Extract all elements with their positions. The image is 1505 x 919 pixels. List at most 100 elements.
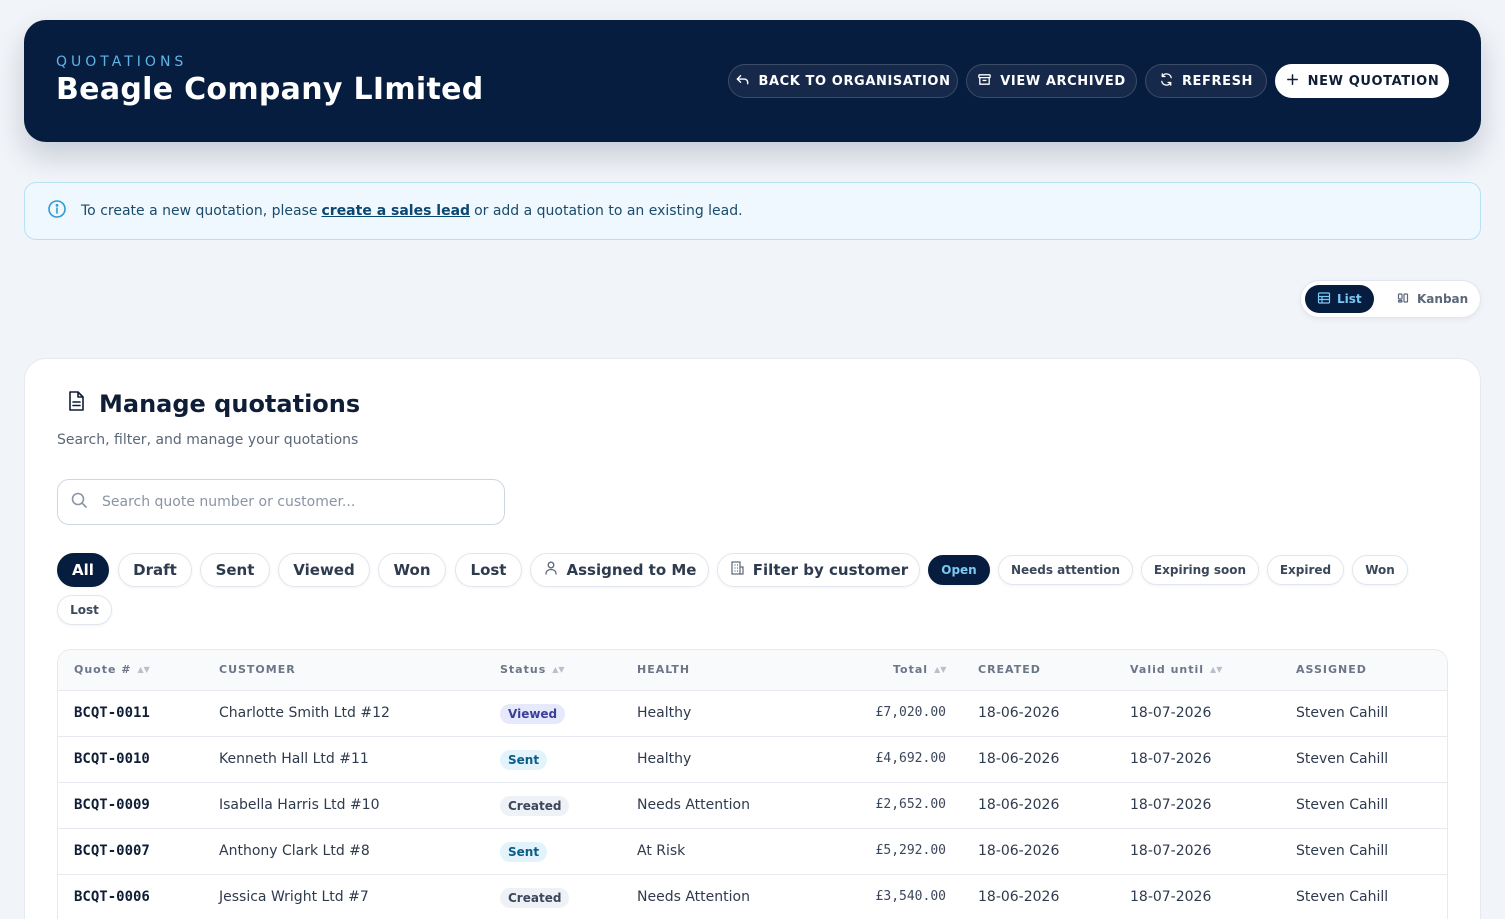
page-eyebrow: QUOTATIONS xyxy=(56,54,188,70)
sort-icon: ▲▼ xyxy=(1210,665,1223,674)
column-health: HEALTH xyxy=(637,663,691,676)
created-date: 18-06-2026 xyxy=(978,889,1060,905)
valid-until-date: 18-07-2026 xyxy=(1130,751,1212,767)
plus-icon xyxy=(1285,72,1300,91)
table-row[interactable]: BCQT-0006 Jessica Wright Ltd #7 Created … xyxy=(58,875,1447,919)
customer-name: Anthony Clark Ltd #8 xyxy=(219,843,370,859)
column-total-label: Total xyxy=(893,663,929,676)
refresh-label: REFRESH xyxy=(1181,73,1254,89)
back-to-organisation-button[interactable]: BACK TO ORGANISATION xyxy=(728,64,958,98)
new-quotation-button[interactable]: NEW QUOTATION xyxy=(1275,64,1449,98)
quote-number[interactable]: BCQT-0007 xyxy=(74,843,150,859)
created-date: 18-06-2026 xyxy=(978,797,1060,813)
filter-lost[interactable]: Lost xyxy=(455,553,522,587)
sort-icon: ▲▼ xyxy=(137,665,150,674)
search-box xyxy=(57,479,505,525)
archive-icon xyxy=(977,72,992,91)
card-title: Manage quotations xyxy=(65,390,360,418)
sort-icon: ▲▼ xyxy=(552,665,565,674)
status-badge: Created xyxy=(500,888,570,908)
column-assigned: ASSIGNED xyxy=(1296,663,1367,676)
document-icon xyxy=(65,390,87,418)
filter-by-customer-button[interactable]: Filter by customer xyxy=(717,553,920,587)
quotations-table: Quote # ▲▼ CUSTOMER Status ▲▼ HEALTH Total… xyxy=(57,649,1448,919)
quote-number[interactable]: BCQT-0011 xyxy=(74,705,150,721)
column-customer: CUSTOMER xyxy=(219,663,296,676)
created-date: 18-06-2026 xyxy=(978,705,1060,721)
column-created: CREATED xyxy=(978,663,1041,676)
table-row[interactable]: BCQT-0007 Anthony Clark Ltd #8 Sent At R… xyxy=(58,829,1447,875)
assigned-user: Steven Cahill xyxy=(1296,705,1389,721)
health-value: Healthy xyxy=(637,705,692,721)
view-toggle: List Kanban xyxy=(1300,280,1481,318)
filter-draft[interactable]: Draft xyxy=(118,553,192,587)
table-row[interactable]: BCQT-0011 Charlotte Smith Ltd #12 Viewed… xyxy=(58,691,1447,737)
total-value: £4,692.00 xyxy=(875,751,946,766)
total-value: £5,292.00 xyxy=(875,843,946,858)
health-value: At Risk xyxy=(637,843,686,859)
info-icon xyxy=(47,199,81,223)
status-badge: Sent xyxy=(500,842,548,862)
assigned-user: Steven Cahill xyxy=(1296,843,1389,859)
health-filter-needs-attention[interactable]: Needs attention xyxy=(998,555,1133,585)
page-title: Beagle Company LImited xyxy=(56,72,484,107)
health-value: Needs Attention xyxy=(637,889,750,905)
health-filter-won[interactable]: Won xyxy=(1352,555,1408,585)
assigned-user: Steven Cahill xyxy=(1296,751,1389,767)
quote-number[interactable]: BCQT-0010 xyxy=(74,751,150,767)
banner-text-after: or add a quotation to an existing lead. xyxy=(474,203,743,219)
column-quote-number[interactable]: Quote # ▲▼ xyxy=(74,663,150,676)
building-icon xyxy=(729,560,745,580)
status-badge: Viewed xyxy=(500,704,566,724)
customer-name: Charlotte Smith Ltd #12 xyxy=(219,705,390,721)
status-badge: Sent xyxy=(500,750,548,770)
filter-by-customer-label: Filter by customer xyxy=(752,561,909,579)
column-status-label: Status xyxy=(500,663,547,676)
card-subtitle: Search, filter, and manage your quotatio… xyxy=(57,432,359,448)
filter-won[interactable]: Won xyxy=(378,553,446,587)
health-value: Needs Attention xyxy=(637,797,750,813)
filter-sent[interactable]: Sent xyxy=(200,553,270,587)
column-valid-until-label: Valid until xyxy=(1130,663,1205,676)
assigned-user: Steven Cahill xyxy=(1296,889,1389,905)
banner-text-before: To create a new quotation, please xyxy=(81,203,318,219)
filter-all[interactable]: All xyxy=(57,553,109,587)
status-badge: Created xyxy=(500,796,570,816)
table-row[interactable]: BCQT-0009 Isabella Harris Ltd #10 Create… xyxy=(58,783,1447,829)
sort-icon: ▲▼ xyxy=(934,665,947,674)
kanban-view-toggle[interactable]: Kanban xyxy=(1385,285,1480,313)
create-sales-lead-link[interactable]: create a sales lead xyxy=(321,203,470,219)
view-archived-label: VIEW ARCHIVED xyxy=(1000,73,1126,89)
kanban-icon xyxy=(1397,291,1411,308)
column-status[interactable]: Status ▲▼ xyxy=(500,663,565,676)
user-icon xyxy=(543,560,559,580)
assigned-to-me-filter[interactable]: Assigned to Me xyxy=(530,553,709,587)
table-row[interactable]: BCQT-0010 Kenneth Hall Ltd #11 Sent Heal… xyxy=(58,737,1447,783)
health-filter-expiring-soon[interactable]: Expiring soon xyxy=(1141,555,1259,585)
health-filter-expired[interactable]: Expired xyxy=(1267,555,1344,585)
assigned-to-me-label: Assigned to Me xyxy=(566,561,697,579)
page-header: QUOTATIONS Beagle Company LImited BACK T… xyxy=(24,20,1481,142)
created-date: 18-06-2026 xyxy=(978,843,1060,859)
column-total[interactable]: Total ▲▼ xyxy=(893,663,946,676)
health-filter-lost[interactable]: Lost xyxy=(57,595,112,625)
kanban-view-label: Kanban xyxy=(1417,292,1469,306)
list-view-toggle[interactable]: List xyxy=(1305,285,1374,313)
back-arrow-icon xyxy=(735,72,750,91)
filter-viewed[interactable]: Viewed xyxy=(278,553,370,587)
search-input[interactable] xyxy=(102,494,504,510)
card-title-text: Manage quotations xyxy=(99,390,361,418)
refresh-button[interactable]: REFRESH xyxy=(1145,64,1267,98)
quote-number[interactable]: BCQT-0006 xyxy=(74,889,150,905)
assigned-user: Steven Cahill xyxy=(1296,797,1389,813)
column-quote-number-label: Quote # xyxy=(74,663,132,676)
view-archived-button[interactable]: VIEW ARCHIVED xyxy=(966,64,1137,98)
health-filter-open[interactable]: Open xyxy=(928,555,990,585)
back-to-organisation-label: BACK TO ORGANISATION xyxy=(758,73,951,89)
column-valid-until[interactable]: Valid until ▲▼ xyxy=(1130,663,1222,676)
refresh-icon xyxy=(1159,72,1174,91)
quote-number[interactable]: BCQT-0009 xyxy=(74,797,150,813)
info-banner: To create a new quotation, please create… xyxy=(24,182,1481,240)
customer-name: Kenneth Hall Ltd #11 xyxy=(219,751,369,767)
table-header: Quote # ▲▼ CUSTOMER Status ▲▼ HEALTH Total… xyxy=(58,650,1447,691)
